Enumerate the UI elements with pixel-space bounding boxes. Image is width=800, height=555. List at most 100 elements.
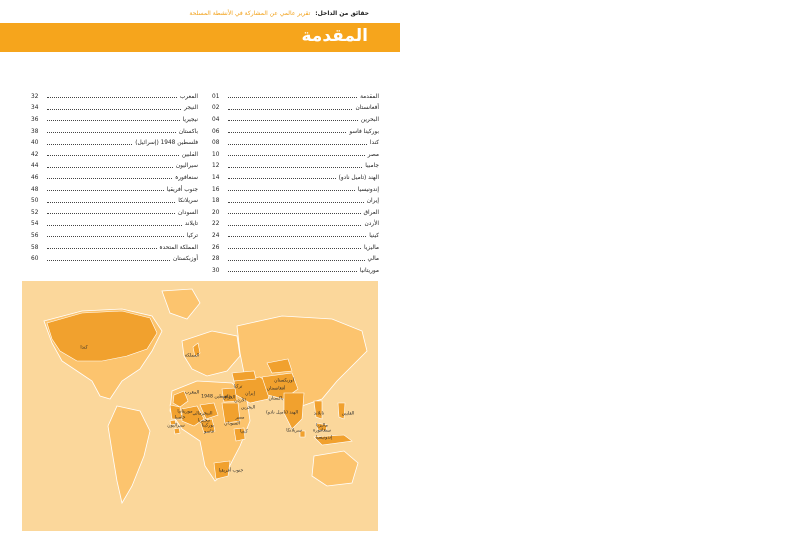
toc-entry-title: إيران: [366, 198, 379, 205]
toc-entry-page: 14: [212, 174, 220, 181]
toc-entry: سنغافورة 46: [31, 172, 198, 184]
toc-entry-page: 54: [31, 221, 39, 228]
map-country-label: المغرب: [184, 390, 200, 396]
toc-entry: أوزبكستان 60: [31, 253, 198, 265]
toc-entry-title: باكستان: [178, 128, 198, 135]
toc-entry-page: 50: [31, 198, 39, 205]
toc-leader-dots: [228, 271, 357, 273]
toc-leader-dots: [228, 97, 358, 99]
toc-entry-page: 58: [31, 244, 39, 251]
toc-entry-title: سنغافورة: [175, 174, 198, 181]
toc-leader-dots: [47, 132, 176, 134]
map-country-label: مصر: [235, 415, 245, 421]
toc-entry: المقدمة 01: [212, 91, 379, 103]
toc-leader-dots: [228, 248, 362, 250]
toc-entry-page: 24: [212, 232, 220, 239]
running-header-left: حقائق من الداخل:: [315, 10, 369, 17]
map-country-label: الأردن: [234, 398, 246, 404]
toc-entry-page: 48: [31, 186, 39, 193]
toc-entry: ماليزيا 26: [212, 242, 379, 254]
map-country-label: أوزبكستان: [274, 378, 294, 384]
toc-entry: سيراليون 44: [31, 161, 198, 173]
map-country-label: السودان: [224, 421, 240, 427]
toc-entry-title: مصر: [367, 151, 379, 158]
toc-entry-title: الأردن: [364, 221, 379, 228]
title-band: المقدمة: [0, 23, 400, 52]
toc-entry: المغرب 32: [31, 91, 198, 103]
toc-entry: البحرين 04: [212, 114, 379, 126]
map-country-label: تايلاند: [313, 411, 325, 417]
toc-leader-dots: [47, 236, 184, 238]
toc-leader-dots: [228, 155, 365, 157]
toc-entry: كينيا 24: [212, 230, 379, 242]
toc-entry-title: فلسطين 1948 (إسرائيل): [135, 140, 198, 147]
toc-entry-page: 06: [212, 128, 220, 135]
toc-entry-page: 52: [31, 209, 39, 216]
toc-entry: الفلبين 42: [31, 149, 198, 161]
toc-entry-title: إندونيسيا: [357, 186, 379, 193]
toc-leader-dots: [47, 259, 171, 261]
toc-entry-title: نيجيريا: [182, 116, 198, 123]
toc-leader-dots: [47, 178, 173, 180]
toc-entry-page: 38: [31, 128, 39, 135]
toc-entry-page: 32: [31, 93, 39, 100]
toc-leader-dots: [228, 213, 361, 215]
document-page: حقائق من الداخل: تقرير عالمي عن المشاركة…: [0, 0, 400, 555]
toc-entry-title: البحرين: [360, 116, 379, 123]
toc-entry-title: المقدمة: [360, 93, 379, 100]
toc-entry-page: 34: [31, 105, 39, 112]
toc-leader-dots: [228, 224, 362, 226]
toc-entry: موريتانيا 30: [212, 265, 379, 277]
map-country-label: إندونيسيا: [315, 435, 333, 441]
toc-entry: مالي 28: [212, 253, 379, 265]
toc-entry-page: 08: [212, 140, 220, 147]
map-country-label: مالي: [192, 411, 202, 417]
toc-entry: تركيا 56: [31, 230, 198, 242]
toc-entry: جامبيا 12: [212, 161, 379, 173]
map-country-label: باكستان: [268, 396, 284, 402]
toc-leader-dots: [228, 108, 353, 110]
toc-entry-page: 16: [212, 186, 220, 193]
map-country-label: إيران: [245, 391, 255, 397]
running-header-right: تقرير عالمي عن المشاركة في الأنشطة المسل…: [189, 10, 311, 17]
map-country-label: موريتانيا: [177, 409, 193, 415]
toc-entry-page: 26: [212, 244, 220, 251]
toc-column-right: المقدمة 01 أفغانستان 02 البحرين 04 بوركينا فاس…: [212, 91, 379, 277]
toc-leader-dots: [228, 132, 347, 134]
toc-entry: نيجيريا 36: [31, 114, 198, 126]
toc-leader-dots: [228, 166, 363, 168]
toc-leader-dots: [47, 97, 177, 99]
toc-entry-page: 10: [212, 151, 220, 158]
map-country-label: فاسو: [204, 429, 214, 435]
toc-entry-page: 36: [31, 116, 39, 123]
toc-leader-dots: [47, 248, 157, 250]
map-country-label: أفغانستان: [266, 386, 286, 392]
map-country-label: سريلانكا: [286, 428, 302, 434]
map-country-label: بوركينا: [201, 423, 215, 429]
toc-entry: كندا 08: [212, 137, 379, 149]
world-map-graphic: [43, 288, 368, 505]
toc-entry: بوركينا فاسو 06: [212, 126, 379, 138]
toc-entry-title: الفلبين: [181, 151, 198, 158]
toc-column-left: المغرب 32 النيجر 34 نيجيريا 36 باكستان 38 فلسطين…: [31, 91, 198, 265]
toc-entry-title: سيراليون: [175, 163, 198, 170]
toc-entry-title: موريتانيا: [359, 267, 379, 274]
toc-leader-dots: [47, 224, 182, 226]
toc-entry: تايلاند 54: [31, 219, 198, 231]
map-country-label: كندا: [80, 345, 88, 351]
toc-leader-dots: [47, 190, 164, 192]
toc-entry: الهند (تاميل نادو) 14: [212, 172, 379, 184]
toc-entry: مصر 10: [212, 149, 379, 161]
toc-entry-title: تركيا: [186, 232, 198, 239]
toc-entry-title: المغرب: [179, 93, 198, 100]
toc-leader-dots: [228, 259, 365, 261]
toc-entry-title: أوزبكستان: [173, 256, 198, 263]
toc-leader-dots: [47, 166, 173, 168]
toc-entry: جنوب أفريقيا 48: [31, 184, 198, 196]
toc-leader-dots: [47, 120, 180, 122]
map-country-label: كينيا: [240, 429, 248, 435]
map-country-label: الهند (تاميل نادو): [265, 410, 299, 416]
toc-entry: أفغانستان 02: [212, 103, 379, 115]
toc-entry-page: 22: [212, 221, 220, 228]
toc-leader-dots: [47, 213, 175, 215]
